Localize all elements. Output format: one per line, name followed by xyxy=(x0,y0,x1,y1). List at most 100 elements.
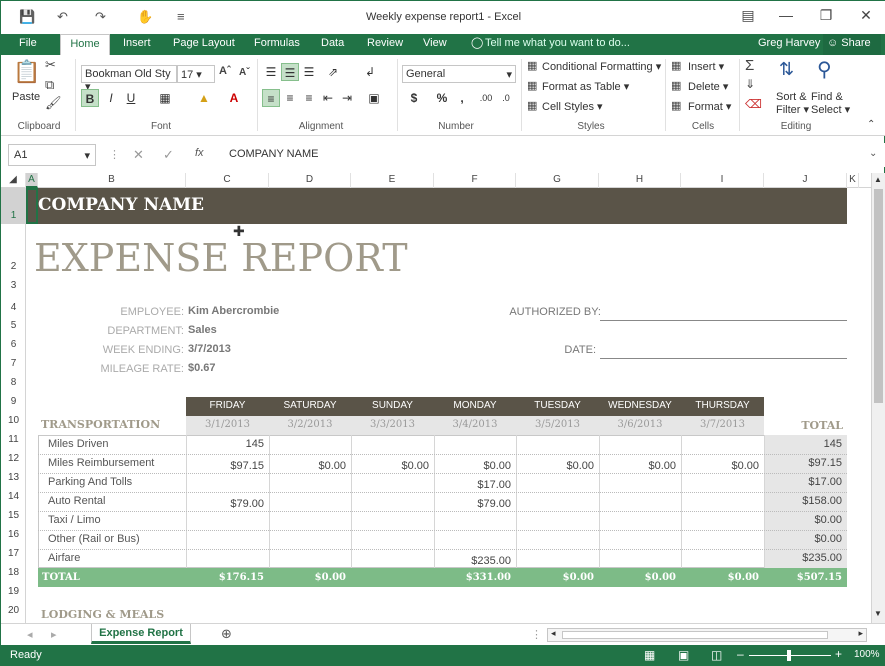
format-as-table-button[interactable]: Format as Table ▾ xyxy=(542,80,629,93)
week-ending-value[interactable]: 3/7/2013 xyxy=(188,343,231,355)
column-header[interactable]: D xyxy=(269,173,351,188)
item-total[interactable]: $17.00 xyxy=(764,476,842,488)
currency-button[interactable]: $ xyxy=(405,89,423,107)
row-header[interactable]: 12 xyxy=(1,446,26,465)
item-value[interactable]: $97.15 xyxy=(186,460,264,472)
conditional-formatting-button[interactable]: Conditional Formatting ▾ xyxy=(542,60,661,73)
font-color-icon[interactable]: A xyxy=(225,89,243,107)
authorized-by-line[interactable] xyxy=(600,320,847,321)
total-row-value[interactable]: $0.00 xyxy=(516,572,594,583)
enter-icon[interactable]: ✓ xyxy=(163,147,174,163)
align-bottom-icon[interactable]: ☰ xyxy=(300,63,318,81)
share-button[interactable]: ☺ Share xyxy=(823,34,881,55)
insert-function-icon[interactable]: fx xyxy=(195,147,204,159)
cancel-icon[interactable]: ✕ xyxy=(133,147,144,163)
align-right-icon[interactable]: ≡ xyxy=(300,89,318,107)
total-row-value[interactable]: $0.00 xyxy=(269,572,346,583)
tab-file[interactable]: File xyxy=(15,34,41,55)
date-cell[interactable]: 3/1/2013 xyxy=(186,419,269,430)
orientation-icon[interactable]: ⇗ xyxy=(324,63,342,81)
item-value[interactable]: $79.00 xyxy=(434,498,511,510)
zoom-in-icon[interactable]: + xyxy=(835,647,842,661)
underline-button[interactable]: U xyxy=(122,89,140,107)
row-header[interactable]: 13 xyxy=(1,465,26,484)
align-left-icon[interactable]: ≡ xyxy=(262,89,280,107)
scroll-right-icon[interactable]: ▸ xyxy=(858,628,863,639)
page-break-view-icon[interactable]: ◫ xyxy=(711,648,722,662)
date-cell[interactable]: 3/2/2013 xyxy=(269,419,351,430)
row-header[interactable]: 10 xyxy=(1,408,26,427)
date-cell[interactable]: 3/3/2013 xyxy=(351,419,434,430)
row-header[interactable]: 19 xyxy=(1,579,26,598)
row-header[interactable]: 20 xyxy=(1,598,26,617)
item-label[interactable]: Other (Rail or Bus) xyxy=(48,533,140,545)
align-middle-icon[interactable]: ☰ xyxy=(281,63,299,81)
align-top-icon[interactable]: ☰ xyxy=(262,63,280,81)
row-header[interactable]: 14 xyxy=(1,484,26,503)
item-value[interactable]: $79.00 xyxy=(186,498,264,510)
wrap-text-icon[interactable]: ↲ xyxy=(361,63,379,81)
column-header[interactable]: H xyxy=(599,173,681,188)
new-sheet-icon[interactable]: ⊕ xyxy=(221,626,232,642)
tab-home[interactable]: Home xyxy=(60,34,110,55)
item-label[interactable]: Airfare xyxy=(48,552,80,564)
decrease-font-icon[interactable]: Aˇ xyxy=(239,67,250,78)
total-row-value[interactable]: $176.15 xyxy=(186,572,264,583)
autosum-icon[interactable]: Σ xyxy=(745,57,754,74)
comma-button[interactable]: , xyxy=(453,89,471,107)
row-header[interactable]: 2 xyxy=(1,224,26,277)
row-header[interactable]: 11 xyxy=(1,427,26,446)
row-header[interactable]: 8 xyxy=(1,370,26,389)
scroll-up-icon[interactable]: ▲ xyxy=(874,175,882,184)
merge-center-icon[interactable]: ▣ xyxy=(365,89,383,107)
expand-formula-icon[interactable]: ⌄ xyxy=(869,148,877,159)
row-header[interactable]: 1 xyxy=(1,188,26,224)
increase-font-icon[interactable]: Aˆ xyxy=(219,65,231,77)
row-header[interactable]: 9 xyxy=(1,389,26,408)
item-total[interactable]: $97.15 xyxy=(764,457,842,469)
percent-button[interactable]: % xyxy=(433,89,451,107)
select-all-corner[interactable]: ◢ xyxy=(1,173,26,188)
item-label[interactable]: Parking And Tolls xyxy=(48,476,132,488)
name-box[interactable]: A1 ▾ xyxy=(8,144,96,166)
format-painter-icon[interactable]: 🖌 xyxy=(45,95,62,111)
find-select-button[interactable]: Find & Select ▾ xyxy=(811,91,850,117)
item-value[interactable]: $17.00 xyxy=(434,479,511,491)
column-header[interactable]: G xyxy=(516,173,599,188)
format-cells-button[interactable]: Format ▾ xyxy=(688,100,731,113)
column-header[interactable]: B xyxy=(38,173,186,188)
item-value[interactable]: $0.00 xyxy=(681,460,759,472)
column-header[interactable]: C xyxy=(186,173,269,188)
normal-view-icon[interactable]: ▦ xyxy=(644,648,655,662)
tell-me-box[interactable]: Tell me what you want to do... xyxy=(481,34,634,55)
date-cell[interactable]: 3/7/2013 xyxy=(681,419,764,430)
column-header[interactable]: F xyxy=(434,173,516,188)
close-icon[interactable]: ✕ xyxy=(856,7,876,24)
ribbon-display-icon[interactable]: ▤ xyxy=(738,7,758,24)
item-total[interactable]: $0.00 xyxy=(764,514,842,526)
find-select-icon[interactable]: ⚲ xyxy=(817,57,832,82)
row-header[interactable]: 15 xyxy=(1,503,26,522)
h-scroll-thumb[interactable] xyxy=(562,631,828,639)
formula-input[interactable]: COMPANY NAME xyxy=(221,144,881,166)
horizontal-scrollbar[interactable]: ◂ ▸ xyxy=(547,628,867,642)
align-center-icon[interactable]: ≡ xyxy=(281,89,299,107)
number-format-select[interactable]: General ▾ xyxy=(402,65,516,83)
department-value[interactable]: Sales xyxy=(188,324,217,336)
fill-color-icon[interactable]: ▲ xyxy=(195,89,213,107)
cut-icon[interactable]: ✂ xyxy=(45,57,56,73)
tab-formulas[interactable]: Formulas xyxy=(250,34,304,55)
restore-icon[interactable]: ❐ xyxy=(816,7,836,24)
row-header[interactable]: 18 xyxy=(1,560,26,579)
zoom-level[interactable]: 100% xyxy=(854,649,880,660)
copy-icon[interactable]: ⧉ xyxy=(45,77,54,93)
item-total[interactable]: $0.00 xyxy=(764,533,842,545)
tab-insert[interactable]: Insert xyxy=(119,34,155,55)
paste-button[interactable]: Paste xyxy=(12,91,40,103)
insert-cells-button[interactable]: Insert ▾ xyxy=(688,60,724,73)
increase-decimal-icon[interactable]: .00 xyxy=(477,89,495,107)
item-value[interactable]: $235.00 xyxy=(434,555,511,567)
bold-button[interactable]: B xyxy=(81,89,99,107)
paste-icon[interactable]: 📋 xyxy=(13,59,40,85)
sort-filter-button[interactable]: Sort & Filter ▾ xyxy=(776,91,809,117)
